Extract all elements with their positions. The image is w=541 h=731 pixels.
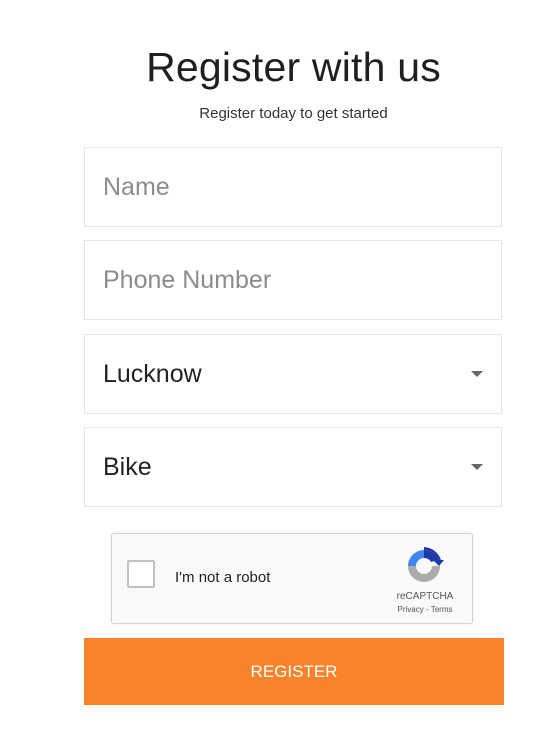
recaptcha-links: Privacy - Terms — [382, 605, 468, 614]
name-field-container — [84, 147, 502, 227]
name-input[interactable] — [85, 172, 501, 202]
recaptcha-logo-icon — [408, 547, 444, 582]
links-separator: - — [423, 605, 431, 614]
privacy-link[interactable]: Privacy — [398, 605, 424, 614]
recaptcha-label: I'm not a robot — [175, 569, 271, 586]
register-button[interactable]: REGISTER — [84, 638, 504, 705]
city-select[interactable]: Lucknow — [84, 334, 502, 414]
terms-link[interactable]: Terms — [431, 605, 453, 614]
page-title: Register with us — [146, 44, 441, 90]
phone-field-container — [84, 240, 502, 320]
vehicle-select-value: Bike — [103, 452, 152, 481]
city-select-value: Lucknow — [103, 359, 202, 388]
phone-number-input[interactable] — [85, 265, 501, 295]
vehicle-select[interactable]: Bike — [84, 427, 502, 507]
page-subtitle: Register today to get started — [199, 105, 388, 122]
recaptcha-widget: I'm not a robot reCAPTCHA Privacy - Term… — [111, 533, 473, 624]
chevron-down-icon — [471, 464, 483, 470]
chevron-down-icon — [471, 371, 483, 377]
recaptcha-checkbox[interactable] — [127, 560, 155, 588]
recaptcha-brand: reCAPTCHA — [396, 591, 454, 602]
